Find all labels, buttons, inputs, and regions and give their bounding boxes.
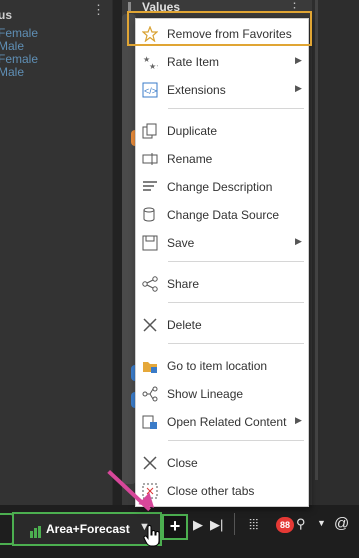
- tab-area-forecast[interactable]: Area+Forecast ▼: [12, 512, 162, 546]
- play-icon[interactable]: ▶: [193, 517, 203, 533]
- menu-separator: [168, 343, 304, 344]
- right-panel: [312, 0, 359, 505]
- menu-item-label: Save: [167, 236, 195, 250]
- related-content-icon: [142, 415, 157, 429]
- left-panel-menu-icon[interactable]: ⋮: [92, 3, 105, 16]
- menu-item-label: Go to item location: [167, 359, 268, 373]
- legend-item: Male: [0, 65, 25, 79]
- menu-separator: [168, 261, 304, 262]
- save-icon: [142, 235, 158, 251]
- menu-item-delete[interactable]: Delete: [136, 312, 308, 338]
- rename-icon: [142, 153, 158, 165]
- menu-item-label: Show Lineage: [167, 387, 244, 401]
- menu-item-label: Delete: [167, 318, 202, 332]
- menu-item-label: Rate Item: [167, 55, 220, 69]
- chevron-down-icon[interactable]: ▼: [317, 518, 326, 528]
- pin-icon[interactable]: ⚲: [296, 516, 306, 532]
- toolbar-divider: [234, 513, 235, 535]
- menu-item-close[interactable]: Close: [136, 450, 308, 476]
- menu-item-change-description[interactable]: Change Description: [136, 174, 308, 200]
- legend: Female Male Female Male: [0, 27, 38, 79]
- menu-item-label: Duplicate: [167, 124, 218, 138]
- scrollbar[interactable]: [315, 0, 318, 480]
- menu-item-label: Change Data Source: [167, 208, 280, 222]
- menu-item-label: Rename: [167, 152, 213, 166]
- field-strip: [122, 14, 136, 484]
- menu-item-label: Change Description: [167, 180, 273, 194]
- notification-badge[interactable]: 88: [276, 517, 294, 533]
- menu-separator: [168, 108, 304, 109]
- submenu-arrow-icon: ▶: [295, 415, 302, 425]
- menu-item-label: Close: [167, 456, 198, 470]
- menu-item-open-related-content[interactable]: Open Related Content ▶: [136, 409, 308, 435]
- menu-item-label: Close other tabs: [167, 484, 255, 498]
- context-menu: Remove from Favorites ★★★ Rate Item ▶ </…: [135, 18, 309, 507]
- menu-item-share[interactable]: Share: [136, 271, 308, 297]
- menu-separator: [168, 440, 304, 441]
- add-tab-button[interactable]: +: [162, 514, 188, 540]
- svg-text:★★: ★★: [149, 62, 158, 70]
- tab-label: Area+Forecast: [46, 522, 130, 536]
- menu-item-extensions[interactable]: </> Extensions ▶: [136, 77, 308, 103]
- menu-item-show-lineage[interactable]: Show Lineage: [136, 381, 308, 407]
- menu-item-rate-item[interactable]: ★★★ Rate Item ▶: [136, 49, 308, 75]
- menu-item-label: Open Related Content: [167, 415, 287, 429]
- menu-item-label: Extensions: [167, 83, 226, 97]
- menu-item-go-to-item-location[interactable]: Go to item location: [136, 353, 308, 379]
- hand-cursor-icon: [143, 525, 160, 547]
- folder-location-icon: [143, 362, 157, 373]
- lineage-icon: [142, 386, 158, 402]
- spiral-logo-icon[interactable]: @: [334, 515, 349, 532]
- menu-separator: [168, 302, 304, 303]
- submenu-arrow-icon: ▶: [295, 55, 302, 65]
- waveform-icon[interactable]: ⦙⦙⦙: [249, 516, 258, 533]
- duplicate-icon: [142, 123, 157, 139]
- close-x-icon: [143, 456, 157, 470]
- rate-stars-icon: ★★★: [143, 55, 158, 70]
- tab-bar: Area+Forecast ▼ + ▶ ▶| ⦙⦙⦙ 88 ⚲ ▼ @: [0, 505, 359, 558]
- menu-item-close-other-tabs[interactable]: Close other tabs: [136, 478, 308, 504]
- menu-item-save[interactable]: Save ▶: [136, 230, 308, 256]
- svg-text:</>: </>: [144, 86, 157, 96]
- submenu-arrow-icon: ▶: [295, 83, 302, 93]
- menu-item-rename[interactable]: Rename: [136, 146, 308, 172]
- delete-x-icon: [143, 318, 157, 332]
- description-icon: [143, 181, 157, 191]
- highlight-box: [127, 11, 312, 46]
- panel-divider: [113, 0, 122, 505]
- bar-chart-icon: [30, 526, 41, 538]
- database-icon: [143, 207, 155, 222]
- skip-end-icon[interactable]: ▶|: [210, 517, 223, 533]
- left-panel-title: us: [0, 8, 13, 22]
- code-extension-icon: </>: [142, 82, 158, 98]
- submenu-arrow-icon: ▶: [295, 236, 302, 246]
- menu-item-change-data-source[interactable]: Change Data Source: [136, 202, 308, 228]
- menu-item-label: Share: [167, 277, 200, 291]
- menu-item-duplicate[interactable]: Duplicate: [136, 118, 308, 144]
- share-icon: [142, 276, 158, 292]
- left-panel: us ⋮ Female Male Female Male: [0, 0, 112, 505]
